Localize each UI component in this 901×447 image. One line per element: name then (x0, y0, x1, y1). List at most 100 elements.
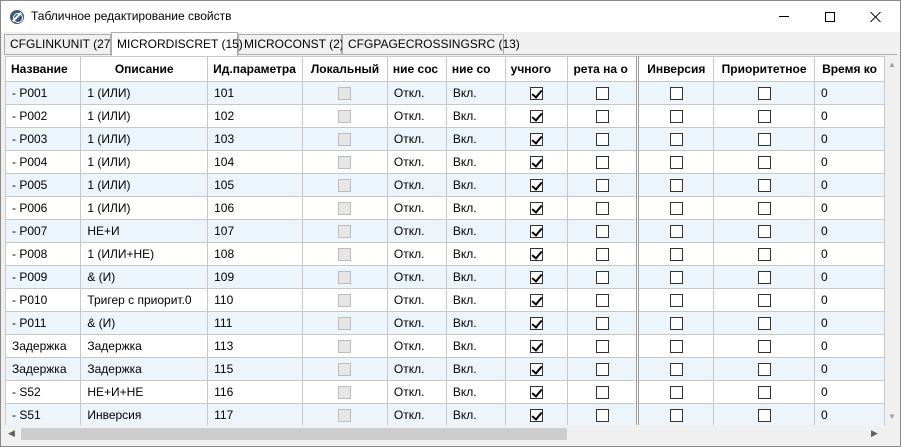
prohibit-checkbox[interactable] (595, 179, 609, 193)
cell-param-id[interactable]: 102 (207, 104, 304, 128)
inversion-checkbox[interactable] (669, 202, 683, 216)
cell-time[interactable]: 0 (814, 196, 885, 220)
priority-checkbox[interactable] (757, 248, 771, 262)
cell-state-off[interactable]: Откл. (387, 173, 447, 197)
cell-time[interactable]: 0 (814, 357, 885, 381)
cell-param-id[interactable]: 113 (207, 334, 304, 358)
tab-cfglinkunit[interactable]: CFGLINKUNIT (27) (4, 34, 114, 55)
title-bar[interactable]: Табличное редактирование свойств (1, 1, 900, 32)
manual-checkbox[interactable] (530, 271, 544, 285)
inversion-checkbox[interactable] (669, 248, 683, 262)
cell-state-on[interactable]: Вкл. (446, 150, 506, 174)
priority-checkbox[interactable] (757, 87, 771, 101)
close-button[interactable] (853, 1, 899, 32)
manual-checkbox[interactable] (530, 248, 544, 262)
cell-state-on[interactable]: Вкл. (446, 81, 506, 105)
column-header-local[interactable]: Локальный (302, 56, 388, 82)
cell-name[interactable]: - P009 (6, 265, 82, 289)
manual-checkbox[interactable] (530, 317, 544, 331)
prohibit-checkbox[interactable] (595, 340, 609, 354)
cell-description[interactable]: & (И) (80, 265, 209, 289)
cell-state-on[interactable]: Вкл. (446, 265, 506, 289)
cell-state-on[interactable]: Вкл. (446, 403, 506, 425)
cell-param-id[interactable]: 117 (207, 403, 304, 425)
priority-checkbox[interactable] (757, 409, 771, 423)
cell-param-id[interactable]: 101 (207, 81, 304, 105)
cell-description[interactable]: & (И) (80, 311, 209, 335)
tab-microconst[interactable]: MICROCONST (2) (238, 34, 344, 55)
cell-state-off[interactable]: Откл. (387, 357, 447, 381)
inversion-checkbox[interactable] (669, 340, 683, 354)
column-header-description[interactable]: Описание (80, 56, 209, 82)
inversion-checkbox[interactable] (669, 409, 683, 423)
cell-description[interactable]: 1 (ИЛИ) (80, 104, 209, 128)
cell-time[interactable]: 0 (814, 265, 885, 289)
cell-description[interactable]: 1 (ИЛИ) (80, 196, 209, 220)
cell-param-id[interactable]: 104 (207, 150, 304, 174)
tab-microrddiscret[interactable]: MICRORDISCRET (15) (111, 32, 243, 56)
manual-checkbox[interactable] (530, 133, 544, 147)
cell-time[interactable]: 0 (814, 380, 885, 404)
prohibit-checkbox[interactable] (595, 110, 609, 124)
horizontal-scroll-thumb[interactable] (21, 428, 567, 440)
cell-state-on[interactable]: Вкл. (446, 311, 506, 335)
cell-state-on[interactable]: Вкл. (446, 380, 506, 404)
cell-name[interactable]: - P011 (6, 311, 82, 335)
cell-param-id[interactable]: 105 (207, 173, 304, 197)
cell-description[interactable]: НЕ+И (80, 219, 209, 243)
table-row[interactable]: - P001 1 (ИЛИ) 101 Откл. Вкл. 0 (6, 81, 885, 105)
table-row[interactable]: - P006 1 (ИЛИ) 106 Откл. Вкл. 0 (6, 196, 885, 220)
cell-param-id[interactable]: 103 (207, 127, 304, 151)
cell-state-off[interactable]: Откл. (387, 219, 447, 243)
cell-state-on[interactable]: Вкл. (446, 334, 506, 358)
cell-param-id[interactable]: 107 (207, 219, 304, 243)
manual-checkbox[interactable] (530, 202, 544, 216)
cell-state-on[interactable]: Вкл. (446, 219, 506, 243)
cell-state-off[interactable]: Откл. (387, 242, 447, 266)
cell-state-off[interactable]: Откл. (387, 127, 447, 151)
prohibit-checkbox[interactable] (595, 386, 609, 400)
cell-state-off[interactable]: Откл. (387, 104, 447, 128)
cell-description[interactable]: 1 (ИЛИ) (80, 127, 209, 151)
cell-name[interactable]: - S52 (6, 380, 82, 404)
maximize-button[interactable] (807, 1, 853, 32)
cell-state-off[interactable]: Откл. (387, 196, 447, 220)
inversion-checkbox[interactable] (669, 225, 683, 239)
cell-name[interactable]: - P008 (6, 242, 82, 266)
prohibit-checkbox[interactable] (595, 409, 609, 423)
cell-name[interactable]: - P002 (6, 104, 82, 128)
column-header-manual[interactable]: учного (505, 56, 569, 82)
inversion-checkbox[interactable] (669, 133, 683, 147)
inversion-checkbox[interactable] (669, 87, 683, 101)
inversion-checkbox[interactable] (669, 271, 683, 285)
manual-checkbox[interactable] (530, 340, 544, 354)
inversion-checkbox[interactable] (669, 317, 683, 331)
table-row[interactable]: - P005 1 (ИЛИ) 105 Откл. Вкл. 0 (6, 173, 885, 197)
manual-checkbox[interactable] (530, 294, 544, 308)
cell-name[interactable]: - P010 (6, 288, 82, 312)
manual-checkbox[interactable] (530, 386, 544, 400)
cell-state-off[interactable]: Откл. (387, 288, 447, 312)
priority-checkbox[interactable] (757, 386, 771, 400)
priority-checkbox[interactable] (757, 340, 771, 354)
prohibit-checkbox[interactable] (595, 294, 609, 308)
cell-state-off[interactable]: Откл. (387, 150, 447, 174)
manual-checkbox[interactable] (530, 179, 544, 193)
cell-state-off[interactable]: Откл. (387, 81, 447, 105)
scroll-up-icon[interactable]: ▲ (888, 61, 896, 69)
column-header-prohibit[interactable]: рета на о (567, 56, 640, 82)
cell-name[interactable]: Задержка (6, 334, 82, 358)
manual-checkbox[interactable] (530, 87, 544, 101)
prohibit-checkbox[interactable] (595, 363, 609, 377)
cell-state-off[interactable]: Откл. (387, 403, 447, 425)
cell-state-on[interactable]: Вкл. (446, 104, 506, 128)
scroll-right-icon[interactable]: ▶ (871, 428, 878, 439)
cell-state-on[interactable]: Вкл. (446, 357, 506, 381)
scroll-down-icon[interactable]: ▼ (888, 413, 896, 421)
cell-description[interactable]: Задержка (80, 357, 209, 381)
inversion-checkbox[interactable] (669, 156, 683, 170)
prohibit-checkbox[interactable] (595, 202, 609, 216)
cell-time[interactable]: 0 (814, 104, 885, 128)
cell-param-id[interactable]: 110 (207, 288, 304, 312)
cell-time[interactable]: 0 (814, 150, 885, 174)
